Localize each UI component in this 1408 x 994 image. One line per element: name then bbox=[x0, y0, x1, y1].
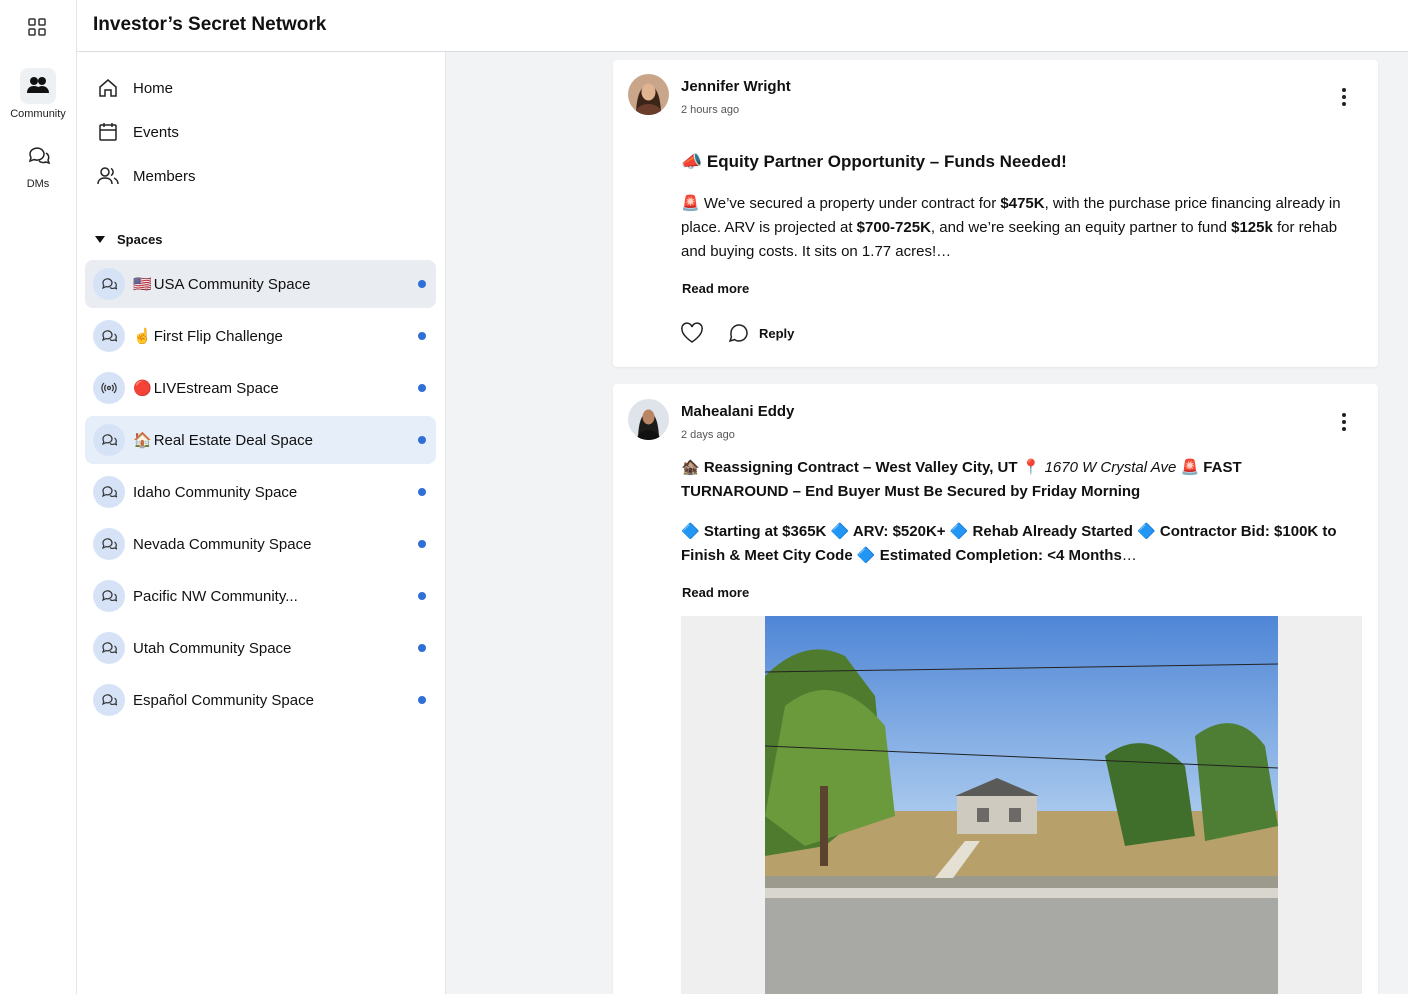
broadcast-icon bbox=[93, 372, 125, 404]
chat-icon bbox=[93, 528, 125, 560]
chat-icon bbox=[93, 476, 125, 508]
unread-dot bbox=[418, 540, 426, 548]
space-label: USA Community Space bbox=[153, 275, 311, 293]
nav-events[interactable]: Events bbox=[97, 117, 179, 147]
unread-dot bbox=[418, 592, 426, 600]
space-emoji: 🇺🇸 bbox=[133, 276, 152, 293]
post-title: 📣 Equity Partner Opportunity – Funds Nee… bbox=[681, 152, 1067, 171]
space-item-usa[interactable]: 🇺🇸 USA Community Space bbox=[85, 260, 436, 308]
more-options-icon[interactable] bbox=[1342, 88, 1348, 109]
community-icon bbox=[20, 68, 56, 104]
space-label: Utah Community Space bbox=[133, 639, 292, 657]
post-body: 🚨 We’ve secured a property under contrac… bbox=[681, 192, 1351, 264]
space-emoji: ☝️ bbox=[133, 328, 152, 345]
app-title: Investor’s Secret Network bbox=[93, 14, 327, 35]
post-bold-price: $475K bbox=[1000, 195, 1045, 212]
post-author[interactable]: Jennifer Wright bbox=[681, 78, 791, 95]
feed: Jennifer Wright 2 hours ago 📣 Equity Par… bbox=[446, 52, 1408, 994]
nav-members-label: Members bbox=[133, 167, 196, 185]
rail-community[interactable]: Community bbox=[0, 68, 76, 120]
rail-dms[interactable]: DMs bbox=[0, 138, 76, 190]
unread-dot bbox=[418, 436, 426, 444]
post-address: 1670 W Crystal Ave bbox=[1044, 459, 1177, 476]
unread-dot bbox=[418, 332, 426, 340]
avatar[interactable] bbox=[628, 399, 669, 440]
unread-dot bbox=[418, 488, 426, 496]
nav-members[interactable]: Members bbox=[97, 161, 196, 191]
rail-community-label: Community bbox=[10, 108, 66, 120]
space-label: Español Community Space bbox=[133, 691, 314, 709]
spaces-heading: Spaces bbox=[117, 232, 163, 247]
spaces-toggle[interactable]: Spaces bbox=[95, 232, 163, 247]
unread-dot bbox=[418, 696, 426, 704]
left-rail: Community DMs bbox=[0, 0, 77, 994]
chat-icon bbox=[93, 424, 125, 456]
space-label: LIVEstream Space bbox=[153, 379, 279, 397]
avatar[interactable] bbox=[628, 74, 669, 115]
caret-down-icon bbox=[95, 236, 105, 243]
chat-icon bbox=[93, 268, 125, 300]
post-bold-amount: $125k bbox=[1231, 219, 1273, 236]
space-item-idaho[interactable]: Idaho Community Space bbox=[85, 468, 436, 516]
space-item-livestream[interactable]: 🔴 LIVEstream Space bbox=[85, 364, 436, 412]
chat-icon bbox=[93, 632, 125, 664]
unread-dot bbox=[418, 384, 426, 392]
post-bold-details: 🔷 Starting at $365K 🔷 ARV: $520K+ 🔷 Reha… bbox=[681, 523, 1337, 564]
space-item-first-flip[interactable]: ☝️ First Flip Challenge bbox=[85, 312, 436, 360]
apps-grid-icon[interactable] bbox=[27, 17, 47, 37]
read-more-link[interactable]: Read more bbox=[682, 585, 749, 600]
sidebar: Home Events Members Spaces 🇺🇸 USA Commun… bbox=[77, 52, 446, 994]
chat-icon bbox=[93, 684, 125, 716]
property-photo bbox=[765, 616, 1278, 994]
space-emoji: 🏠 bbox=[133, 432, 152, 449]
dm-icon bbox=[20, 138, 56, 174]
nav-home-label: Home bbox=[133, 79, 174, 97]
rail-dms-label: DMs bbox=[26, 178, 50, 190]
read-more-link[interactable]: Read more bbox=[682, 281, 749, 296]
top-header: Investor’s Secret Network bbox=[77, 0, 1408, 52]
post-text: 🏚️ Reassigning Contract – West Valley Ci… bbox=[681, 459, 1045, 476]
calendar-icon bbox=[99, 123, 117, 141]
space-item-pacific-nw[interactable]: Pacific NW Community... bbox=[85, 572, 436, 620]
post-headline: 🏚️ Reassigning Contract – West Valley Ci… bbox=[681, 456, 1351, 504]
comment-icon[interactable] bbox=[728, 322, 750, 344]
unread-dot bbox=[418, 280, 426, 288]
post-text: 🚨 We’ve secured a property under contrac… bbox=[681, 195, 1001, 212]
like-heart-icon[interactable] bbox=[680, 322, 704, 344]
post-image-frame[interactable] bbox=[681, 616, 1362, 994]
post-bold-arv: $700-725K bbox=[856, 219, 931, 236]
space-label: Pacific NW Community... bbox=[133, 587, 298, 605]
space-label: Idaho Community Space bbox=[133, 483, 298, 501]
post-time: 2 hours ago bbox=[681, 104, 740, 116]
post-card: Mahealani Eddy 2 days ago 🏚️ Reassigning… bbox=[613, 384, 1378, 994]
space-emoji: 🔴 bbox=[133, 380, 152, 397]
post-time: 2 days ago bbox=[681, 429, 735, 441]
space-item-nevada[interactable]: Nevada Community Space bbox=[85, 520, 436, 568]
post-actions: Reply bbox=[680, 322, 794, 344]
nav-home[interactable]: Home bbox=[97, 73, 173, 103]
post-author[interactable]: Mahealani Eddy bbox=[681, 403, 794, 420]
post-ellipsis: … bbox=[1121, 547, 1137, 564]
space-label: Real Estate Deal Space bbox=[153, 431, 313, 449]
more-options-icon[interactable] bbox=[1342, 413, 1348, 434]
space-item-espanol[interactable]: Español Community Space bbox=[85, 676, 436, 724]
nav-events-label: Events bbox=[133, 123, 179, 141]
unread-dot bbox=[418, 644, 426, 652]
space-label: Nevada Community Space bbox=[133, 535, 312, 553]
members-icon bbox=[97, 167, 119, 185]
post-text: , and we’re seeking an equity partner to… bbox=[930, 219, 1232, 236]
space-item-real-estate-deal[interactable]: 🏠 Real Estate Deal Space bbox=[85, 416, 436, 464]
space-label: First Flip Challenge bbox=[153, 327, 283, 345]
space-item-utah[interactable]: Utah Community Space bbox=[85, 624, 436, 672]
chat-icon bbox=[93, 320, 125, 352]
post-card: Jennifer Wright 2 hours ago 📣 Equity Par… bbox=[613, 60, 1378, 367]
reply-button[interactable]: Reply bbox=[759, 326, 794, 341]
post-body: 🔷 Starting at $365K 🔷 ARV: $520K+ 🔷 Reha… bbox=[681, 520, 1351, 568]
chat-icon bbox=[93, 580, 125, 612]
home-icon bbox=[99, 79, 117, 97]
